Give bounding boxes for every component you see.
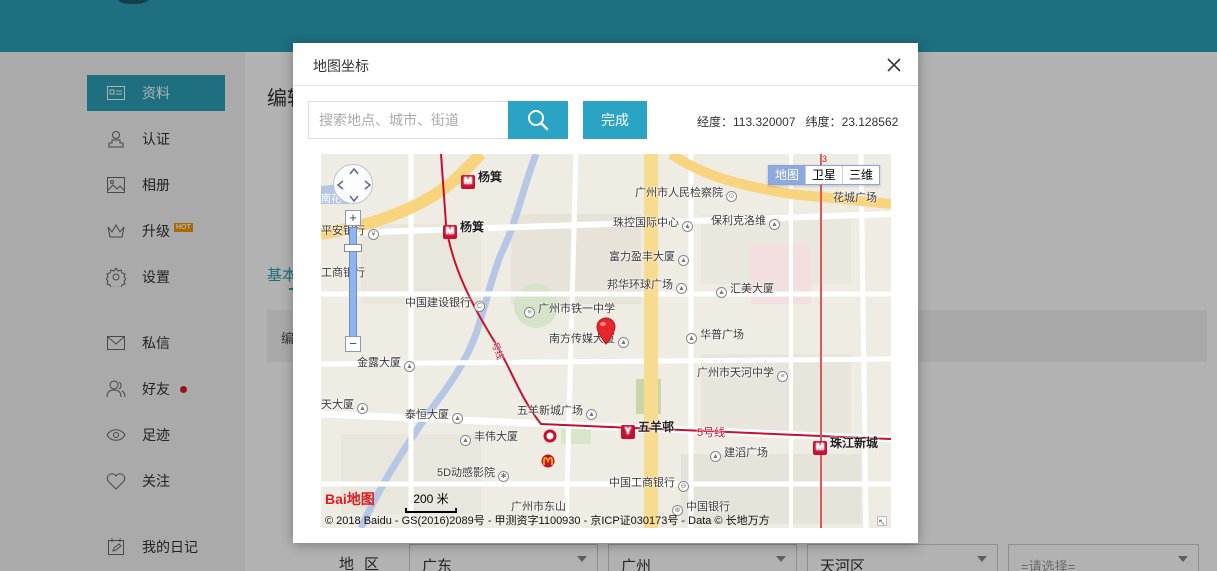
pan-arrows-icon — [336, 167, 372, 203]
label-icbc: 工商银行 — [321, 267, 365, 279]
label-nanfang: 南方传媒大厦 ▲ — [549, 330, 629, 348]
zoom-out-button[interactable]: − — [345, 336, 361, 352]
latitude-value: 23.128562 — [841, 115, 899, 129]
baidu-logo: Bai地图 — [325, 491, 375, 507]
map-type-switch: 地图 卫星 三维 — [768, 165, 881, 185]
scale-label: 200 米 — [413, 492, 449, 506]
building-icon: ▲ — [682, 221, 693, 232]
metro-icon: M — [813, 441, 827, 455]
label-zhujiang: M 珠江新城 — [813, 434, 878, 455]
zoom-in-button[interactable]: + — [345, 210, 361, 226]
metro-icon: M — [443, 225, 457, 239]
dialog-header: 地图坐标 — [293, 43, 918, 86]
label-jinlu: 金露大厦 ▲ — [357, 354, 415, 372]
map-view[interactable]: M 杨箕 M 杨箕 广州市人民检察院 ⊙ 珠控国际中心 ▲ 保利克洛维 ▲ 富力盈丰大厦 ▲… — [321, 154, 891, 528]
building-icon: ▲ — [357, 403, 368, 414]
label-zhuguang: 珠控国际中心 ▲ — [613, 214, 693, 232]
map-type-satellite[interactable]: 卫星 — [806, 166, 844, 184]
school-icon: ≡ — [777, 371, 788, 382]
search-button[interactable] — [508, 101, 568, 139]
label-huacheng: 花城广场 — [833, 192, 877, 204]
location-marker-icon[interactable] — [595, 317, 617, 345]
label-tianda: 天大厦 ▲ — [321, 396, 368, 414]
building-icon: ▲ — [686, 333, 697, 344]
bank-icon: C — [474, 301, 485, 312]
label-line3: 3 — [822, 154, 828, 164]
mcdonalds-icon — [541, 454, 555, 468]
map-coordinate-dialog: 地图坐标 完成 经度：113.320007 纬度：23.128562 — [293, 43, 918, 543]
longitude-label: 经度： — [697, 115, 734, 129]
building-icon: ▲ — [586, 409, 597, 420]
label-icbc2: 中国工商银行 ⊖ — [609, 474, 689, 492]
label-banghua: 邦华环球广场 ▲ — [607, 276, 687, 294]
expand-icon[interactable]: ↖ — [877, 516, 887, 527]
zoom-slider-handle[interactable] — [344, 244, 362, 252]
entertainment-icon: ✱ — [498, 471, 510, 482]
building-icon: ▲ — [452, 413, 463, 424]
label-line5: 5号线 — [697, 427, 726, 439]
building-icon: ▲ — [710, 451, 721, 462]
map-search-input[interactable] — [308, 101, 508, 139]
label-jiantao: ▲ 建滔广场 — [707, 444, 768, 462]
close-icon[interactable] — [885, 56, 903, 74]
kfc-icon — [543, 429, 557, 443]
bank-icon: ⊖ — [678, 481, 689, 492]
latitude-label: 纬度： — [805, 115, 842, 129]
label-fuli: 富力盈丰大厦 ▲ — [609, 248, 689, 266]
dialog-title: 地图坐标 — [313, 58, 369, 74]
map-type-3d[interactable]: 三维 — [843, 166, 879, 184]
building-icon: ▲ — [678, 255, 689, 266]
map-copyright: © 2018 Baidu - GS(2016)2089号 - 甲测资字11009… — [325, 515, 770, 527]
label-ccb: 中国建设银行 C — [405, 294, 485, 312]
label-cinema: 5D动感影院 ✱ — [437, 464, 510, 482]
label-tianhe: 广州市天河中学 ≡ — [697, 364, 788, 382]
coordinate-readout: 经度：113.320007 纬度：23.128562 — [697, 113, 898, 130]
building-icon: ▲ — [618, 337, 629, 348]
label-huapu: ▲ 华普广场 — [683, 326, 744, 344]
label-fengwei: ▲ 丰伟大厦 — [457, 428, 518, 446]
metro-icon: M — [461, 175, 475, 189]
label-wuyang-plaza: 五羊新城广场 ▲ — [517, 402, 597, 420]
longitude-value: 113.320007 — [733, 115, 796, 129]
label-huimei: ▲ 汇美大厦 — [713, 280, 774, 298]
building-icon: ▲ — [676, 283, 687, 294]
label-yangji-2: M 杨箕 — [443, 218, 484, 239]
scale-bar: 200 米 — [405, 490, 457, 513]
poi-icon: ⊙ — [726, 191, 737, 202]
school-icon: ≡ — [524, 307, 535, 318]
search-icon — [528, 110, 549, 131]
building-icon: ▲ — [404, 361, 415, 372]
building-icon: ▲ — [460, 435, 471, 446]
label-wuyangbang: Y 五羊邨 — [621, 418, 674, 439]
label-tieyi: ≡ 广州市铁一中学 — [521, 300, 615, 318]
label-poly: 保利克洛维 ▲ — [711, 212, 780, 230]
map-type-map[interactable]: 地图 — [769, 166, 807, 184]
pan-control[interactable] — [333, 164, 373, 204]
building-icon: ▲ — [769, 219, 780, 230]
metro-icon: Y — [621, 425, 635, 439]
label-yangji-1: M 杨箕 — [461, 168, 502, 189]
label-taiheng: 泰恒大厦 ▲ — [405, 406, 463, 424]
bank-icon: ¥ — [368, 229, 379, 240]
label-procuratorate: 广州市人民检察院 ⊙ — [635, 184, 737, 202]
done-button[interactable]: 完成 — [583, 101, 647, 139]
building-icon: ▲ — [716, 287, 727, 298]
